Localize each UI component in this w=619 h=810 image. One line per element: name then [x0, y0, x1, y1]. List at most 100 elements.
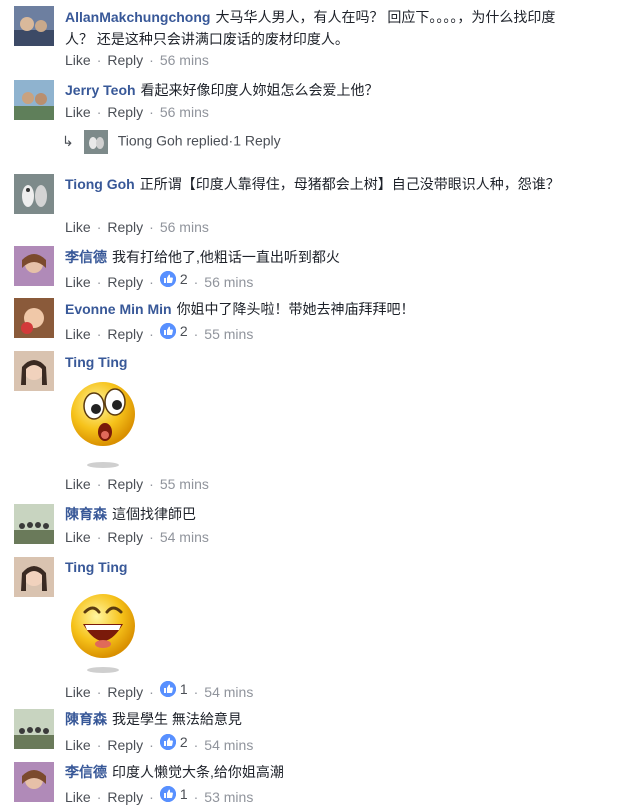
like-button[interactable]: Like: [65, 789, 91, 805]
laughing-emoji-sticker[interactable]: [65, 578, 145, 678]
separator: ·: [149, 529, 154, 545]
reply-button[interactable]: Reply: [107, 684, 143, 700]
comment-author[interactable]: Tiong Goh: [65, 176, 135, 192]
reply-button[interactable]: Reply: [107, 219, 143, 235]
like-count[interactable]: 1: [159, 679, 188, 699]
like-button[interactable]: Like: [65, 219, 91, 235]
like-count-value: 1: [179, 681, 188, 697]
comment-author[interactable]: 李信德: [65, 764, 107, 780]
comment-actions: Like · Reply · 1 · 53 mins: [65, 784, 253, 807]
avatar: [83, 130, 108, 154]
like-button[interactable]: Like: [65, 529, 91, 545]
comment-author[interactable]: Jerry Teoh: [65, 82, 136, 98]
avatar[interactable]: [14, 246, 54, 286]
reply-button[interactable]: Reply: [107, 737, 143, 753]
reply-button[interactable]: Reply: [107, 789, 143, 805]
separator: ·: [149, 476, 154, 492]
comment-text: 你姐中了降头啦！带她去神庙拜拜吧！: [176, 301, 415, 317]
like-button[interactable]: Like: [65, 476, 91, 492]
separator: ·: [96, 789, 102, 805]
timestamp[interactable]: 54 mins: [204, 737, 253, 753]
timestamp[interactable]: 56 mins: [160, 104, 209, 120]
reply-button[interactable]: Reply: [107, 476, 143, 492]
thumbs-up-icon: [159, 681, 176, 697]
comment-author[interactable]: AllanMakchungchong: [65, 9, 210, 25]
like-button[interactable]: Like: [65, 684, 91, 700]
separator: ·: [193, 326, 199, 342]
separator: ·: [96, 476, 102, 492]
separator: ·: [149, 684, 154, 700]
comment-actions: Like · Reply · 55 mins: [65, 474, 209, 494]
like-count-value: 2: [179, 323, 188, 339]
like-button[interactable]: Like: [65, 274, 91, 290]
like-button[interactable]: Like: [65, 326, 91, 342]
separator: ·: [149, 326, 154, 342]
avatar[interactable]: [14, 709, 54, 749]
reply-button[interactable]: Reply: [107, 326, 143, 342]
reply-button[interactable]: Reply: [107, 104, 143, 120]
like-count[interactable]: 2: [159, 732, 188, 752]
comment-author[interactable]: Evonne Min Min: [65, 301, 172, 317]
avatar[interactable]: [14, 298, 54, 338]
comment-author[interactable]: 陳育森: [65, 711, 107, 727]
comment-actions: Like · Reply · 2 · 55 mins: [65, 321, 253, 344]
separator: ·: [149, 52, 154, 68]
comment-text: 看起来好像印度人妳姐怎么会爱上他？: [140, 82, 379, 98]
avatar[interactable]: [14, 504, 54, 544]
surprised-emoji-sticker[interactable]: [65, 372, 145, 472]
comment-author[interactable]: Ting Ting: [65, 559, 127, 575]
avatar[interactable]: [14, 351, 54, 391]
timestamp[interactable]: 54 mins: [204, 684, 253, 700]
separator: ·: [96, 104, 102, 120]
separator: ·: [149, 737, 154, 753]
replied-name[interactable]: Tiong Goh replied: [118, 133, 229, 149]
thumbs-up-icon: [159, 734, 176, 750]
thumbs-up-icon: [159, 323, 176, 339]
like-button[interactable]: Like: [65, 104, 91, 120]
separator: ·: [96, 529, 102, 545]
separator: ·: [149, 274, 154, 290]
separator: ·: [193, 684, 199, 700]
separator: ·: [149, 104, 154, 120]
separator: ·: [96, 684, 102, 700]
reply-button[interactable]: Reply: [107, 52, 143, 68]
like-count[interactable]: 1: [159, 784, 188, 804]
separator: ·: [149, 789, 154, 805]
reply-button[interactable]: Reply: [107, 529, 143, 545]
like-button[interactable]: Like: [65, 52, 91, 68]
comment-author[interactable]: 李信德: [65, 249, 107, 265]
avatar[interactable]: [14, 6, 54, 46]
separator: ·: [193, 789, 199, 805]
replies-summary[interactable]: ↳ Tiong Goh replied·1 Reply: [62, 130, 281, 154]
avatar[interactable]: [14, 762, 54, 802]
like-count[interactable]: 2: [159, 269, 188, 289]
comment-actions: Like · Reply · 54 mins: [65, 527, 209, 547]
view-replies-link[interactable]: 1 Reply: [233, 133, 280, 149]
timestamp[interactable]: 55 mins: [204, 326, 253, 342]
avatar[interactable]: [14, 557, 54, 597]
separator: ·: [96, 737, 102, 753]
timestamp[interactable]: 56 mins: [204, 274, 253, 290]
comment-author[interactable]: 陳育森: [65, 506, 107, 522]
reply-button[interactable]: Reply: [107, 274, 143, 290]
comment-actions: Like · Reply · 2 · 54 mins: [65, 732, 253, 755]
timestamp[interactable]: 56 mins: [160, 52, 209, 68]
like-count-value: 2: [179, 271, 188, 287]
like-count-value: 2: [179, 734, 188, 750]
comment-author[interactable]: Ting Ting: [65, 354, 127, 370]
timestamp[interactable]: 53 mins: [204, 789, 253, 805]
comment-text: 我有打给他了,他粗话一直出听到都火: [112, 249, 340, 265]
like-count-value: 1: [179, 786, 188, 802]
timestamp[interactable]: 54 mins: [160, 529, 209, 545]
comment-actions: Like · Reply · 56 mins: [65, 50, 209, 70]
reply-arrow-icon: ↳: [62, 132, 74, 149]
timestamp[interactable]: 55 mins: [160, 476, 209, 492]
comment-actions: Like · Reply · 2 · 56 mins: [65, 269, 253, 292]
like-count[interactable]: 2: [159, 321, 188, 341]
timestamp[interactable]: 56 mins: [160, 219, 209, 235]
like-button[interactable]: Like: [65, 737, 91, 753]
avatar[interactable]: [14, 80, 54, 120]
avatar[interactable]: [14, 174, 54, 214]
comment-text: 這個找律師巴: [112, 506, 196, 522]
comment-actions: Like · Reply · 56 mins: [65, 102, 209, 122]
